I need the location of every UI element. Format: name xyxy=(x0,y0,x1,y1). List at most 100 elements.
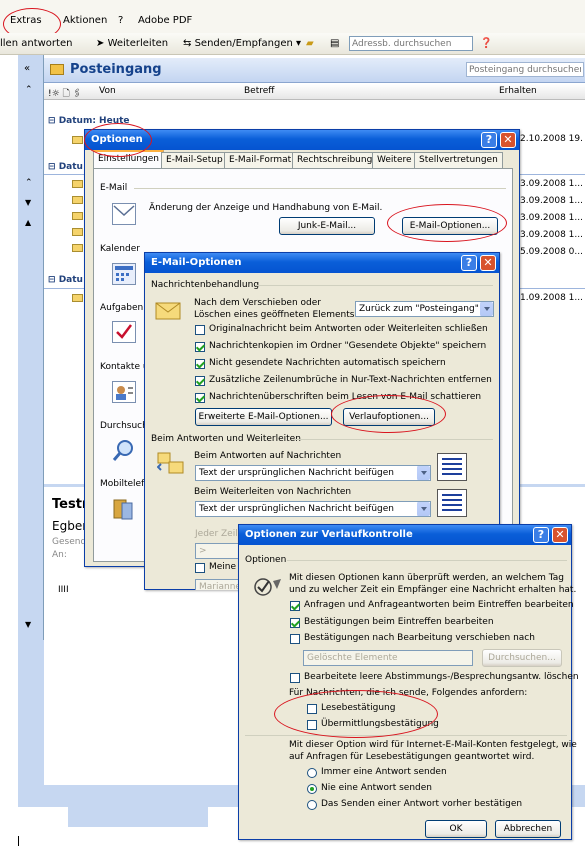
advanced-email-options-button[interactable]: Erweiterte E-Mail-Optionen... xyxy=(195,408,332,426)
cancel-button[interactable]: Abbrechen xyxy=(495,820,561,838)
column-icons[interactable]: !☼ 🗋 🖇 xyxy=(48,86,82,102)
tracking-titlebar: Optionen zur Verlaufkontrolle xyxy=(239,525,571,545)
section-mobil: Mobiltelefo xyxy=(100,479,150,489)
dropdown-icon[interactable]: ▼ xyxy=(25,198,31,207)
send-receive-button[interactable]: ⇆ Senden/Empfangen ▾ xyxy=(183,38,301,49)
forward-button[interactable]: ➤ Weiterleiten xyxy=(96,38,168,49)
column-header: !☼ 🗋 🖇 Von Betreff Erhalten xyxy=(44,84,585,100)
folder-title: Posteingang xyxy=(70,62,162,77)
group-header-date-2[interactable]: ⊟ Datu xyxy=(48,275,83,285)
checkbox-remove-linebreaks[interactable] xyxy=(195,376,205,386)
list-item-date[interactable]: 3.09.2008 1... xyxy=(520,196,583,206)
junk-email-button[interactable]: Junk-E-Mail... xyxy=(279,217,375,235)
mail-icon xyxy=(72,244,83,252)
radio-never-send[interactable] xyxy=(307,784,317,794)
checkbox-close-original[interactable] xyxy=(195,325,205,335)
browse-button[interactable]: Durchsuchen... xyxy=(482,649,562,667)
tab-weitere[interactable]: Weitere xyxy=(372,152,417,168)
column-von[interactable]: Von xyxy=(99,86,116,96)
tab-email-format[interactable]: E-Mail-Format xyxy=(224,152,297,168)
close-button[interactable]: ✕ xyxy=(500,132,516,148)
help-button[interactable]: ? xyxy=(481,132,497,148)
help-button[interactable]: ? xyxy=(461,255,477,271)
help-icon[interactable]: ❓ xyxy=(480,38,492,49)
mail-icon xyxy=(72,228,83,236)
scroll-down-icon[interactable]: ▼ xyxy=(25,620,31,629)
highlight-circle-optionen xyxy=(84,123,152,157)
mail-icon xyxy=(72,212,83,220)
group-date-label-2: Datu xyxy=(58,275,83,285)
chevron-down-icon xyxy=(416,466,430,480)
mail-icon xyxy=(72,136,83,144)
close-button[interactable]: ✕ xyxy=(480,255,496,271)
section-email: E-Mail xyxy=(100,183,128,193)
name-input: Marianne xyxy=(195,579,239,590)
list-item-date[interactable]: 3.09.2008 1... xyxy=(520,213,583,223)
label-process-requests: Anfragen und Anfrageantworten beim Eintr… xyxy=(304,600,574,610)
list-item-date[interactable]: 2.10.2008 19. xyxy=(520,134,583,144)
label-never-send: Nie eine Antwort senden xyxy=(321,783,433,793)
checkbox-autosave[interactable] xyxy=(195,359,205,369)
contacts-icon xyxy=(112,381,136,403)
email-description: Änderung der Anzeige und Handhabung von … xyxy=(149,203,383,213)
target-folder-value: Gelöschte Elemente xyxy=(307,653,398,663)
tracking-desc-line2: und zu welcher Zeit ein Empfänger eine N… xyxy=(289,585,577,595)
checkbox-delete-blank[interactable] xyxy=(290,673,300,683)
addressbook-search-input[interactable] xyxy=(349,36,473,51)
checkbox-process-receipts[interactable] xyxy=(290,618,300,628)
preview-to-label: An: xyxy=(52,550,67,560)
checkbox-shade-headers[interactable] xyxy=(195,393,205,403)
tracking-check-icon xyxy=(253,575,281,597)
preview-sent-label: Gesend xyxy=(52,537,87,547)
checkbox-meine[interactable] xyxy=(195,563,205,573)
inbox-icon xyxy=(50,64,64,75)
folder-icon[interactable]: ▰ xyxy=(306,38,314,49)
ok-button[interactable]: OK xyxy=(425,820,487,838)
column-betreff[interactable]: Betreff xyxy=(244,86,274,96)
list-item-date[interactable]: 1.09.2008 1... xyxy=(520,293,583,303)
list-item-date[interactable]: 3.09.2008 1... xyxy=(520,179,583,189)
column-erhalten[interactable]: Erhalten xyxy=(499,86,537,96)
section-aufgaben: Aufgaben xyxy=(100,303,144,313)
reply-select[interactable]: Text der ursprünglichen Nachricht beifüg… xyxy=(195,465,431,481)
help-button[interactable]: ? xyxy=(533,527,549,543)
tab-rechtschreibung[interactable]: Rechtschreibung xyxy=(292,152,378,168)
chevron-up-icon[interactable]: ⌃ xyxy=(25,85,33,95)
collapse-icon[interactable]: « xyxy=(24,63,30,74)
divider xyxy=(245,735,567,736)
checkbox-process-requests[interactable] xyxy=(290,601,300,611)
tracking-title: Optionen zur Verlaufkontrolle xyxy=(245,529,413,540)
divider xyxy=(255,285,493,286)
tab-stellvertretungen[interactable]: Stellvertretungen xyxy=(414,152,503,168)
reply-all-button[interactable]: llen antworten xyxy=(0,38,72,49)
close-button[interactable]: ✕ xyxy=(552,527,568,543)
forward-preview-icon xyxy=(437,489,467,517)
after-move-select[interactable]: Zurück zum "Posteingang" xyxy=(355,301,494,317)
label-autosave: Nicht gesendete Nachrichten automatisch … xyxy=(209,358,446,368)
radio-always-send[interactable] xyxy=(307,768,317,778)
forward-select[interactable]: Text der ursprünglichen Nachricht beifüg… xyxy=(195,501,431,517)
list-item-date[interactable]: 5.09.2008 0... xyxy=(520,247,583,257)
forward-label: Beim Weiterleiten von Nachrichten xyxy=(194,487,352,497)
section-optionen: Optionen xyxy=(245,555,287,565)
menu-adobe-pdf[interactable]: Adobe PDF xyxy=(138,15,192,26)
addressbook-icon[interactable]: ▤ xyxy=(330,38,339,49)
forward-value: Text der ursprünglichen Nachricht beifüg… xyxy=(199,504,394,514)
menu-aktionen[interactable]: Aktionen xyxy=(63,15,107,26)
target-folder-input: Gelöschte Elemente xyxy=(303,650,473,666)
search-icon xyxy=(112,439,136,461)
mail-icon xyxy=(72,196,83,204)
list-item-date[interactable]: 3.09.2008 1... xyxy=(520,230,583,240)
calendar-icon xyxy=(112,263,136,285)
chevron-up-icon-2[interactable]: ⌃ xyxy=(25,178,33,188)
checkbox-save-copies[interactable] xyxy=(195,342,205,352)
scroll-up-icon[interactable]: ▲ xyxy=(25,218,31,227)
forward-label: Weiterleiten xyxy=(107,38,169,49)
radio-confirm-send[interactable] xyxy=(307,800,317,810)
folder-search-input[interactable] xyxy=(466,62,584,77)
tab-email-setup[interactable]: E-Mail-Setup xyxy=(161,152,228,168)
checkbox-move-receipts[interactable] xyxy=(290,634,300,644)
group-header-date[interactable]: ⊟ Datu xyxy=(48,162,83,172)
menu-help[interactable]: ? xyxy=(118,15,123,26)
status-bar-segment xyxy=(68,807,208,827)
